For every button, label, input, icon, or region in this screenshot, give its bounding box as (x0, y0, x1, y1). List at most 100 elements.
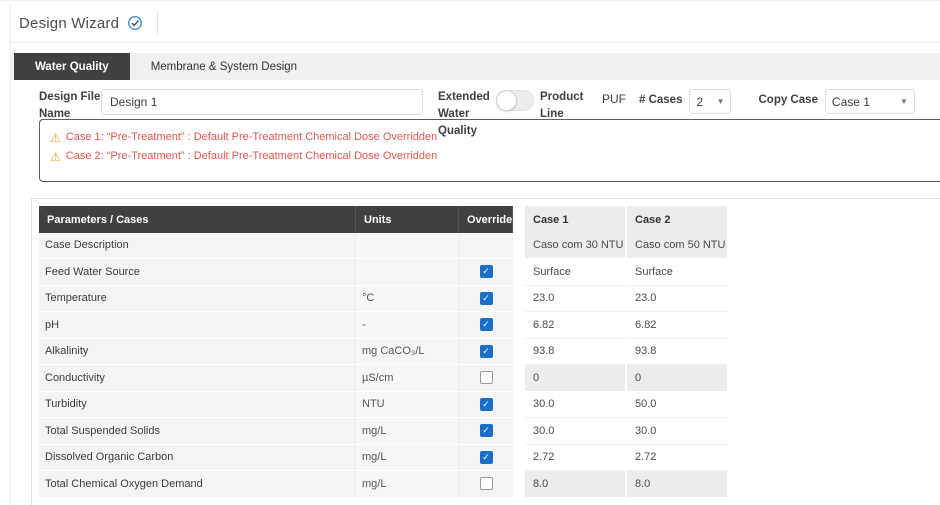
param-cell: Temperature (39, 285, 356, 312)
extended-water-quality-toggle[interactable] (496, 90, 534, 111)
title-bar: Design Wizard (11, 4, 940, 43)
override-cell: ✓ (459, 338, 513, 365)
override-cell (459, 471, 513, 498)
tab-strip: Water Quality Membrane & System Design (11, 53, 940, 80)
case-1-value-cell[interactable]: 93.8 (525, 338, 627, 365)
product-line-label: Product Line (540, 91, 584, 120)
override-checkbox[interactable]: ✓ (479, 424, 493, 438)
column-gap (513, 286, 525, 313)
override-cell: ✓ (459, 444, 513, 471)
column-gap (513, 445, 525, 472)
design-wizard-page: Design Wizard Water Quality Membrane & S… (0, 0, 940, 505)
column-gap (513, 471, 525, 498)
warning-text: Case 2: “Pre-Treatment” : Default Pre-Tr… (65, 150, 438, 162)
param-cell: Total Suspended Solids (39, 418, 356, 445)
num-cases-select[interactable]: 2 ▼ (689, 89, 732, 114)
override-checkbox[interactable]: ✓ (479, 397, 493, 411)
tab-membrane-system-design[interactable]: Membrane & System Design (130, 53, 318, 80)
column-gap (513, 418, 525, 445)
case-1-value-cell[interactable]: 30.0 (525, 391, 627, 418)
column-gap (513, 312, 525, 339)
main-panel: Design Wizard Water Quality Membrane & S… (10, 4, 940, 505)
override-checkbox[interactable] (479, 371, 493, 385)
column-gap (513, 392, 525, 419)
case-1-value-cell: 8.0 (525, 471, 627, 498)
copy-case-label: Copy Case (758, 94, 818, 106)
case-2-value-cell[interactable]: 93.8 (627, 338, 729, 365)
warning-triangle-icon: ⚠ (50, 130, 61, 145)
case-1-value-cell[interactable]: 2.72 (525, 444, 627, 471)
tab-water-quality[interactable]: Water Quality (14, 53, 130, 80)
override-cell: ✓ (459, 391, 513, 418)
override-cell (459, 365, 513, 392)
extended-water-quality-label: Extended Water Quality (438, 91, 490, 137)
num-cases-label: # Cases (639, 94, 683, 106)
units-cell: mg/L (356, 444, 459, 471)
warning-triangle-icon: ⚠ (50, 149, 61, 164)
chevron-down-icon: ▼ (900, 97, 908, 106)
param-cell: Conductivity (39, 365, 356, 392)
override-checkbox[interactable]: ✓ (479, 265, 493, 279)
case-2-value-cell[interactable]: 2.72 (627, 444, 729, 471)
override-checkbox[interactable] (479, 477, 493, 491)
case-1-value-cell[interactable]: 6.82 (525, 312, 627, 339)
override-checkbox[interactable]: ✓ (479, 450, 493, 464)
parameters-table-card: Parameters / Cases Units Override Case 1 Cas… (31, 198, 940, 505)
units-cell: mg/L (356, 471, 459, 498)
case-2-value-cell: Caso com 50 NTU (627, 232, 729, 259)
warning-item: ⚠ Case 2: “Pre-Treatment” : Default Pre-T… (50, 147, 935, 166)
override-cell: ✓ (459, 285, 513, 312)
col-header-units: Units (356, 206, 459, 233)
toolbar: Design File Name Extended Water Quality … (11, 80, 940, 137)
units-cell: mg/L (356, 418, 459, 445)
override-checkbox[interactable]: ✓ (479, 318, 493, 332)
param-cell: Case Description (39, 232, 356, 259)
parameters-table: Parameters / Cases Units Override Case 1 Cas… (39, 206, 933, 498)
units-cell: - (356, 312, 459, 339)
units-cell: µS/cm (356, 365, 459, 392)
col-header-case-1: Case 1 (525, 206, 627, 233)
units-cell: NTU (356, 391, 459, 418)
product-line-value: PUF (602, 92, 626, 106)
override-cell (459, 232, 513, 259)
case-2-value-cell[interactable]: 30.0 (627, 418, 729, 445)
param-cell: Alkalinity (39, 338, 356, 365)
case-2-value-cell[interactable]: 50.0 (627, 391, 729, 418)
toggle-knob (496, 90, 517, 111)
case-1-value-cell: 0 (525, 365, 627, 392)
column-gap (513, 339, 525, 366)
override-checkbox[interactable]: ✓ (479, 344, 493, 358)
column-gap (513, 206, 525, 233)
num-cases-value: 2 (696, 94, 704, 109)
case-2-value-cell[interactable]: 6.82 (627, 312, 729, 339)
col-header-parameters: Parameters / Cases (39, 206, 356, 233)
case-1-value-cell[interactable]: 23.0 (525, 285, 627, 312)
case-1-value-cell: Caso com 30 NTU (525, 232, 627, 259)
warning-item: ⚠ Case 1: “Pre-Treatment” : Default Pre-T… (50, 128, 935, 147)
design-file-name-input[interactable] (101, 89, 423, 115)
title-divider (157, 11, 159, 35)
case-1-value-cell[interactable]: 30.0 (525, 418, 627, 445)
param-cell: Feed Water Source (39, 259, 356, 286)
col-header-override: Override (459, 206, 513, 233)
page-title: Design Wizard (19, 14, 120, 32)
case-2-value-cell[interactable]: 23.0 (627, 285, 729, 312)
units-cell: mg CaCO₃/L (356, 338, 459, 365)
copy-case-select[interactable]: Case 1 ▼ (824, 89, 915, 114)
design-file-name-label: Design File Name (39, 91, 101, 120)
col-header-case-2: Case 2 (627, 206, 729, 233)
param-cell: Dissolved Organic Carbon (39, 444, 356, 471)
case-2-value-cell: 8.0 (627, 471, 729, 498)
param-cell: Turbidity (39, 391, 356, 418)
column-gap (513, 259, 525, 286)
copy-case-value: Case 1 (831, 94, 870, 109)
case-2-value-cell[interactable]: Surface (627, 259, 729, 286)
units-cell: °C (356, 285, 459, 312)
override-checkbox[interactable]: ✓ (479, 291, 493, 305)
case-2-value-cell: 0 (627, 365, 729, 392)
case-1-value-cell[interactable]: Surface (525, 259, 627, 286)
param-cell: pH (39, 312, 356, 339)
check-circle-icon (127, 15, 143, 31)
column-gap (513, 233, 525, 260)
warning-list: ⚠ Case 1: “Pre-Treatment” : Default Pre-T… (50, 128, 935, 166)
